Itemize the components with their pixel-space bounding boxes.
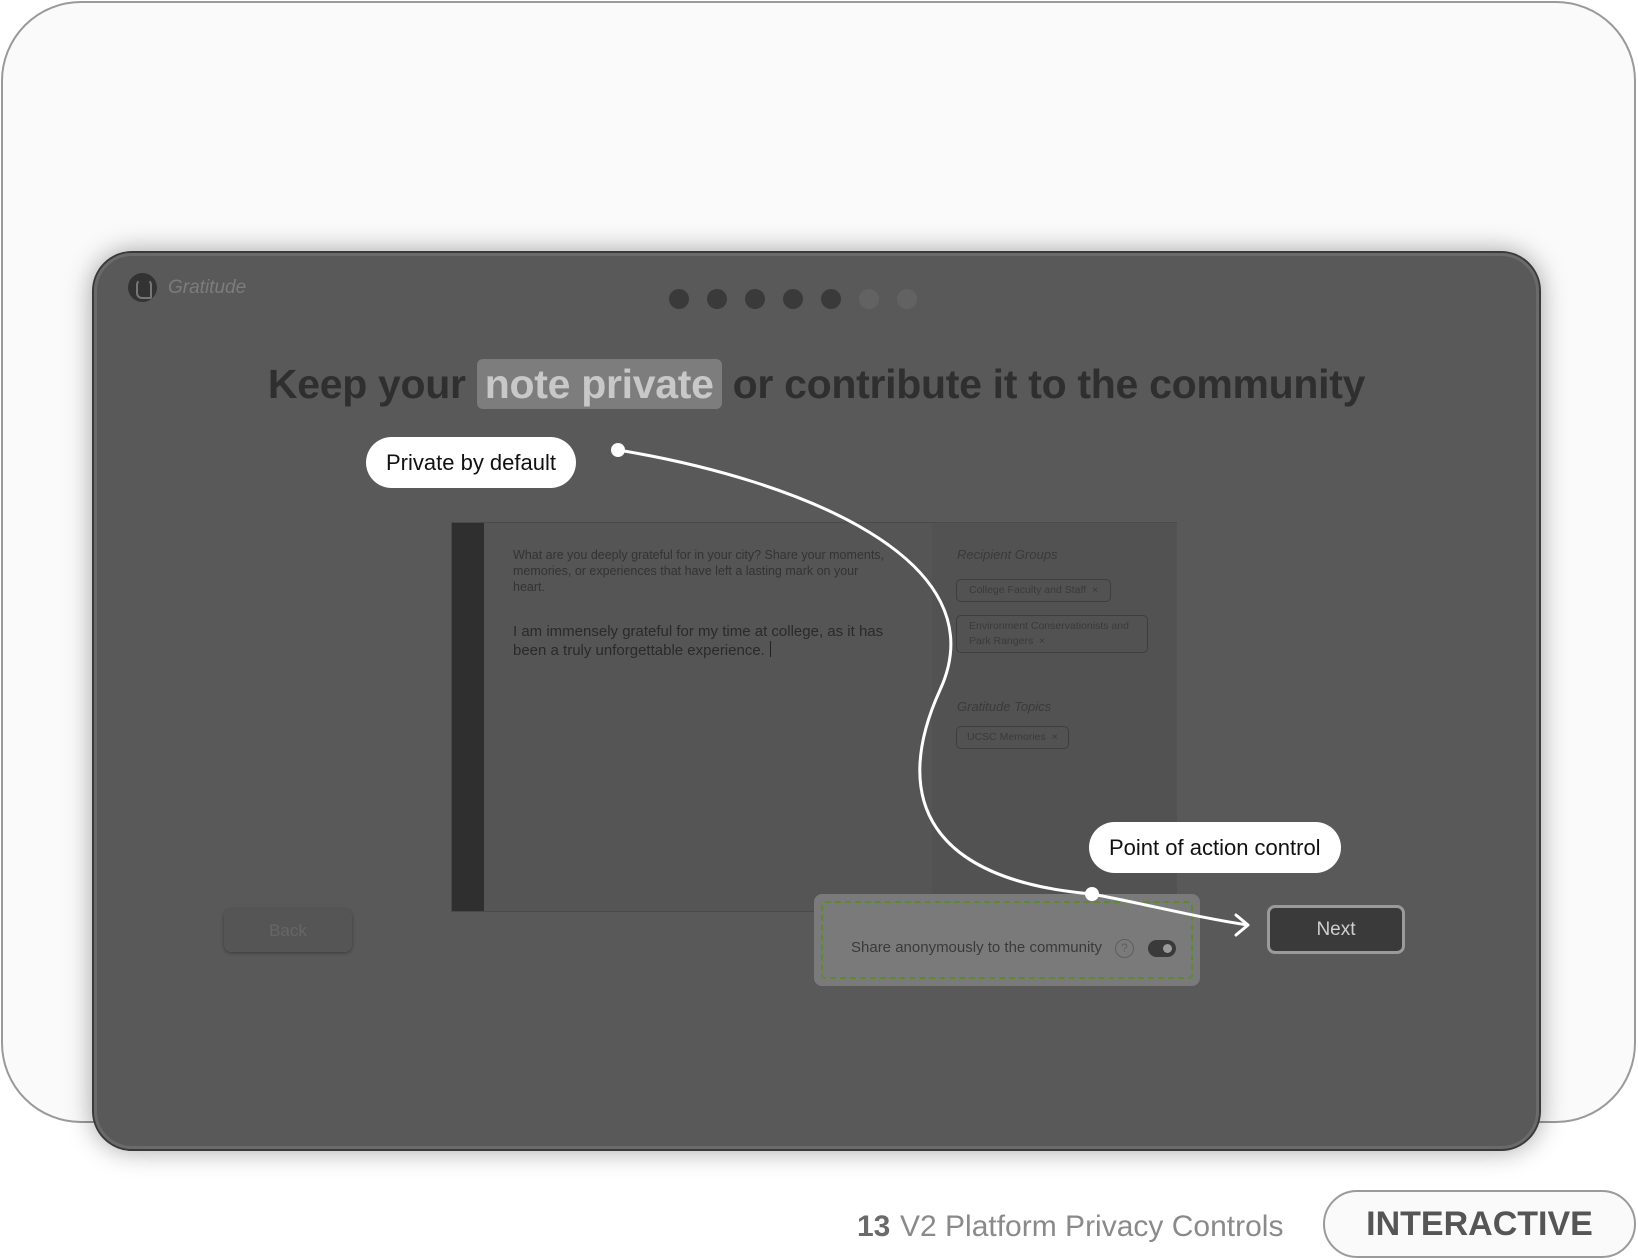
annotation-anchor-dot: [611, 443, 625, 457]
callout-private-by-default: Private by default: [366, 437, 576, 488]
annotation-overlay: [611, 443, 1250, 937]
interactive-tag: INTERACTIVE: [1323, 1190, 1636, 1258]
callout-point-of-action: Point of action control: [1089, 822, 1341, 873]
annotation-anchor-dot: [1085, 887, 1099, 901]
annotation-arrow: [1091, 892, 1249, 927]
slide-number: 13: [857, 1210, 891, 1243]
annotation-connector: [617, 448, 1093, 896]
slide-title: V2 Platform Privacy Controls: [900, 1210, 1284, 1243]
